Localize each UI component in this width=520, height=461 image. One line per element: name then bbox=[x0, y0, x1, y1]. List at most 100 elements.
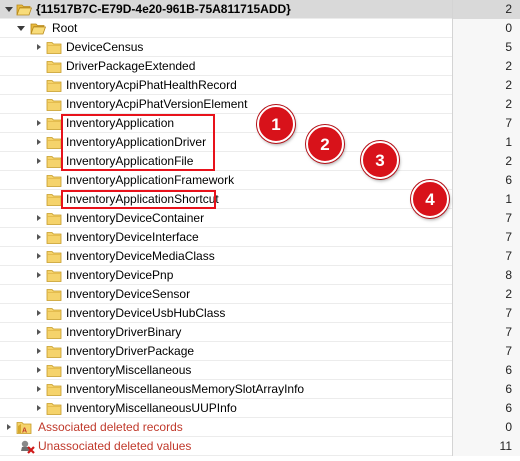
tree-row-item[interactable]: InventoryMiscellaneousMemorySlotArrayInf… bbox=[0, 380, 520, 399]
tree-item-count: 6 bbox=[452, 399, 520, 418]
folder-icon bbox=[46, 289, 62, 301]
tree-item-label: InventoryAcpiPhatHealthRecord bbox=[66, 78, 237, 92]
folder-icon bbox=[46, 99, 62, 111]
tree-item-label: DeviceCensus bbox=[66, 40, 144, 54]
folder-icon bbox=[46, 251, 62, 263]
tree-item-count: 7 bbox=[452, 209, 520, 228]
tree-item-count: 7 bbox=[452, 228, 520, 247]
highlight-box-application-shortcut bbox=[61, 190, 216, 209]
collapse-arrow-icon[interactable] bbox=[5, 7, 13, 12]
expand-arrow-icon[interactable] bbox=[37, 120, 41, 126]
folder-icon bbox=[46, 175, 62, 187]
expand-arrow-icon[interactable] bbox=[37, 253, 41, 259]
deleted-folder-icon: A bbox=[16, 422, 32, 435]
expand-arrow-icon[interactable] bbox=[37, 386, 41, 392]
folder-icon bbox=[46, 80, 62, 92]
svg-text:A: A bbox=[22, 428, 27, 435]
expand-arrow-icon[interactable] bbox=[37, 405, 41, 411]
expand-arrow-icon[interactable] bbox=[37, 215, 41, 221]
hive-count: 2 bbox=[452, 0, 520, 19]
tree-item-count: 7 bbox=[452, 247, 520, 266]
tree-item-count: 2 bbox=[452, 76, 520, 95]
tree-row-item[interactable]: InventoryDeviceSensor 2 bbox=[0, 285, 520, 304]
folder-icon bbox=[46, 232, 62, 244]
tree-row-associated-deleted[interactable]: A Associated deleted records 0 bbox=[0, 418, 520, 437]
tree-row-item[interactable]: InventoryAcpiPhatHealthRecord 2 bbox=[0, 76, 520, 95]
expand-arrow-icon[interactable] bbox=[37, 158, 41, 164]
tree-item-count: 1 bbox=[452, 190, 520, 209]
tree-item-label: InventoryMiscellaneousUUPInfo bbox=[66, 401, 237, 415]
tree-row-item[interactable]: InventoryDriverBinary 7 bbox=[0, 323, 520, 342]
tree-row-item[interactable]: DriverPackageExtended 2 bbox=[0, 57, 520, 76]
tree-row-item[interactable]: InventoryMiscellaneous 6 bbox=[0, 361, 520, 380]
tree-item-count: 1 bbox=[452, 133, 520, 152]
tree-row-item[interactable]: InventoryMiscellaneousUUPInfo 6 bbox=[0, 399, 520, 418]
root-children: DeviceCensus 5 DriverPackageExtended 2 Inven… bbox=[0, 38, 520, 418]
tree-item-count: 2 bbox=[452, 152, 520, 171]
folder-icon bbox=[46, 308, 62, 320]
tree-row-item[interactable]: InventoryDeviceUsbHubClass 7 bbox=[0, 304, 520, 323]
callout-badge-2: 2 bbox=[306, 125, 344, 163]
open-folder-icon bbox=[16, 4, 32, 16]
associated-deleted-label: Associated deleted records bbox=[38, 420, 183, 434]
tree-item-count: 6 bbox=[452, 361, 520, 380]
open-folder-icon bbox=[30, 23, 46, 35]
tree-item-label: InventoryMiscellaneous bbox=[66, 363, 192, 377]
expand-arrow-icon[interactable] bbox=[37, 272, 41, 278]
folder-icon bbox=[46, 213, 62, 225]
registry-tree: {11517B7C-E79D-4e20-961B-75A811715ADD} 2… bbox=[0, 0, 520, 456]
tree-item-count: 8 bbox=[452, 266, 520, 285]
folder-icon bbox=[46, 118, 62, 130]
tree-item-label: InventoryAcpiPhatVersionElement bbox=[66, 97, 248, 111]
root-label: Root bbox=[52, 21, 78, 35]
folder-icon bbox=[46, 156, 62, 168]
folder-icon bbox=[46, 61, 62, 73]
folder-icon bbox=[46, 137, 62, 149]
tree-row-item[interactable]: InventoryDriverPackage 7 bbox=[0, 342, 520, 361]
expand-arrow-icon[interactable] bbox=[37, 367, 41, 373]
folder-icon bbox=[46, 327, 62, 339]
tree-row-hive-root[interactable]: {11517B7C-E79D-4e20-961B-75A811715ADD} 2 bbox=[0, 0, 520, 19]
expand-arrow-icon[interactable] bbox=[37, 310, 41, 316]
folder-icon bbox=[46, 384, 62, 396]
tree-item-label: DriverPackageExtended bbox=[66, 59, 196, 73]
expand-arrow-icon[interactable] bbox=[37, 44, 41, 50]
tree-item-label: InventoryDeviceInterface bbox=[66, 230, 199, 244]
tree-row-item[interactable]: InventoryDeviceMediaClass 7 bbox=[0, 247, 520, 266]
tree-item-count: 2 bbox=[452, 95, 520, 114]
tree-row-item[interactable]: DeviceCensus 5 bbox=[0, 38, 520, 57]
folder-icon bbox=[46, 346, 62, 358]
callout-badge-1: 1 bbox=[257, 105, 295, 143]
folder-icon bbox=[46, 42, 62, 54]
highlight-box-application-group bbox=[61, 114, 215, 171]
tree-item-label: InventoryDeviceSensor bbox=[66, 287, 191, 301]
deleted-values-icon bbox=[21, 440, 35, 454]
expand-arrow-icon[interactable] bbox=[37, 234, 41, 240]
tree-item-count: 6 bbox=[452, 380, 520, 399]
tree-item-label: InventoryDeviceContainer bbox=[66, 211, 205, 225]
tree-item-label: InventoryApplicationFramework bbox=[66, 173, 235, 187]
tree-item-count: 6 bbox=[452, 171, 520, 190]
expand-arrow-icon[interactable] bbox=[7, 424, 11, 430]
tree-item-count: 2 bbox=[452, 57, 520, 76]
tree-row-item[interactable]: InventoryDeviceInterface 7 bbox=[0, 228, 520, 247]
associated-deleted-count: 0 bbox=[452, 418, 520, 437]
folder-icon bbox=[46, 194, 62, 206]
tree-item-count: 5 bbox=[452, 38, 520, 57]
expand-arrow-icon[interactable] bbox=[37, 139, 41, 145]
root-count: 0 bbox=[452, 19, 520, 38]
expand-arrow-icon[interactable] bbox=[37, 329, 41, 335]
unassociated-deleted-count: 11 bbox=[452, 437, 520, 456]
collapse-arrow-icon[interactable] bbox=[17, 26, 25, 31]
tree-item-count: 7 bbox=[452, 342, 520, 361]
tree-row-item[interactable]: InventoryDevicePnp 8 bbox=[0, 266, 520, 285]
tree-item-label: InventoryDevicePnp bbox=[66, 268, 174, 282]
hive-guid-label: {11517B7C-E79D-4e20-961B-75A811715ADD} bbox=[36, 2, 291, 16]
folder-icon bbox=[46, 270, 62, 282]
tree-row-root[interactable]: Root 0 bbox=[0, 19, 520, 38]
tree-row-unassociated-deleted[interactable]: Unassociated deleted values 11 bbox=[0, 437, 520, 456]
expand-arrow-icon[interactable] bbox=[37, 348, 41, 354]
tree-row-item[interactable]: InventoryAcpiPhatVersionElement 2 bbox=[0, 95, 520, 114]
tree-item-count: 7 bbox=[452, 304, 520, 323]
tree-item-count: 2 bbox=[452, 285, 520, 304]
